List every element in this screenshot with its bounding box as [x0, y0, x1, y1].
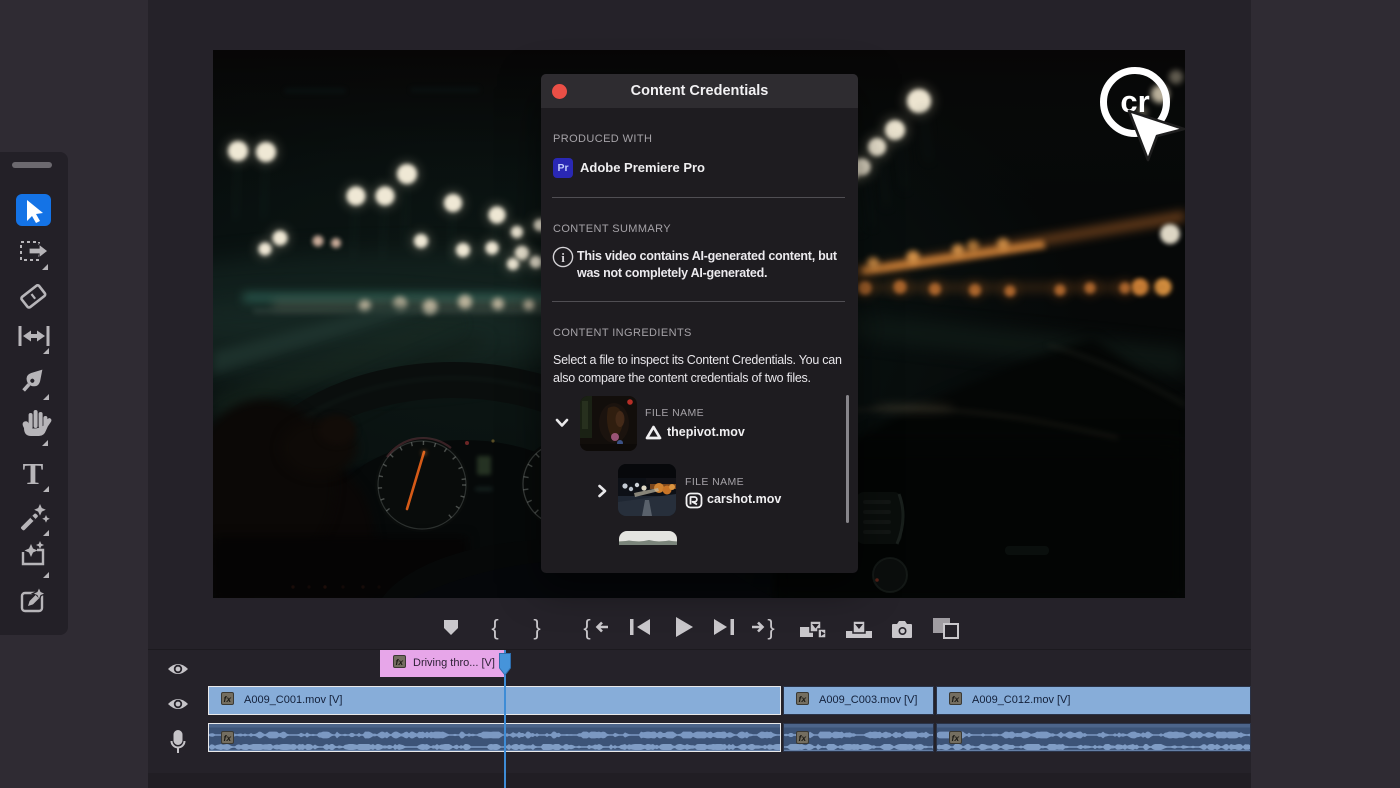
svg-text:{: {: [583, 615, 590, 640]
svg-text:i: i: [561, 250, 565, 265]
svg-text:}: }: [533, 615, 540, 640]
svg-text:{: {: [491, 615, 498, 640]
svg-text:}: }: [767, 615, 774, 640]
svg-text:T: T: [23, 456, 44, 491]
